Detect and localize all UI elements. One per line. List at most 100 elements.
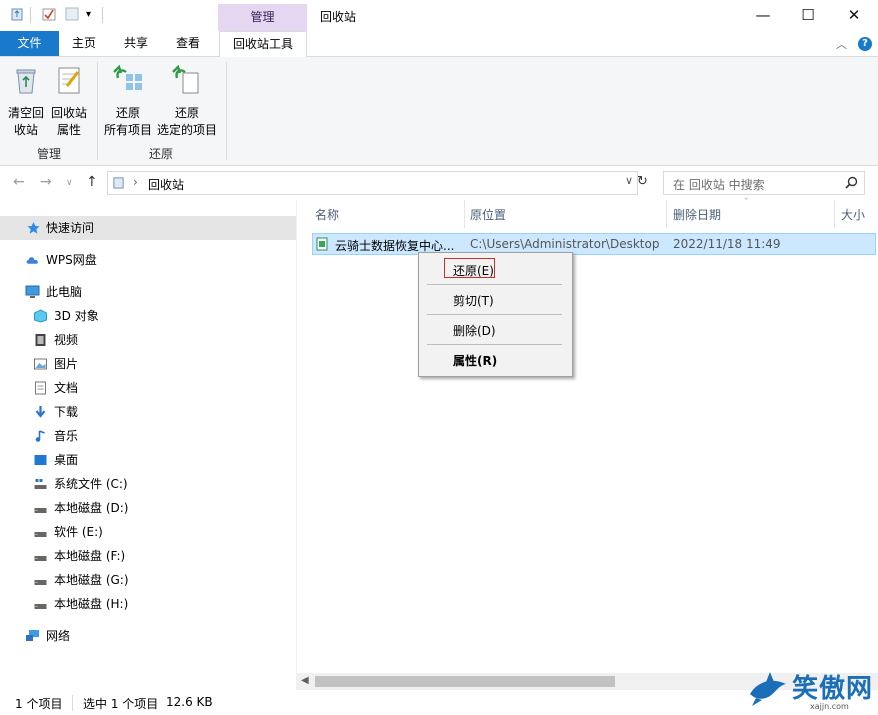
desktop-icon [34,455,47,465]
selected-size: 12.6 KB [166,695,213,709]
maximize-button[interactable]: ☐ [785,0,831,31]
nav-item-desktop[interactable]: 桌面 [0,448,296,472]
nav-item-videos[interactable]: 视频 [0,328,296,352]
forward-arrow-icon[interactable]: → [40,174,52,190]
nav-label: 文档 [54,381,79,395]
nav-label: WPS网盘 [46,253,97,267]
tab-home[interactable]: 主页 [66,31,102,56]
watermark-logo: 笑傲网 xajjn.com [744,664,874,715]
menu-separator [427,314,562,315]
collapse-ribbon-icon[interactable]: ︿ [836,36,847,52]
menu-separator [427,344,562,345]
scrollbar-thumb[interactable] [315,676,615,687]
pane-divider[interactable] [296,200,297,690]
back-arrow-icon[interactable]: ← [13,174,25,190]
restore-all-items-button[interactable]: 还原 所有项目 [102,60,154,139]
nav-item-3d-objects[interactable]: 3D 对象 [0,304,296,328]
nav-item-quick-access[interactable]: 快速访问 [0,216,296,240]
new-folder-icon[interactable] [65,7,79,21]
cube-icon [34,309,47,323]
nav-item-pictures[interactable]: 图片 [0,352,296,376]
restore-all-label-2: 所有项目 [103,123,152,137]
recycle-bin-icon [113,177,124,189]
column-divider[interactable] [666,200,667,228]
column-divider[interactable] [464,200,465,228]
drive-icon [34,532,47,537]
music-icon [35,430,45,442]
nav-item-this-pc[interactable]: 此电脑 [0,280,296,304]
menu-item-delete[interactable]: 删除(D) [453,322,496,339]
nav-item-downloads[interactable]: 下载 [0,400,296,424]
toolbar-divider [30,7,31,23]
nav-item-drive-c[interactable]: 系统文件 (C:) [0,472,296,496]
column-header-original-location[interactable]: 原位置 [470,206,506,223]
minimize-button[interactable]: — [740,0,786,31]
nav-item-drive-d[interactable]: 本地磁盘 (D:) [0,496,296,520]
window-title: 回收站 [320,10,357,24]
toolbar-divider [102,7,103,23]
breadcrumb-chevron-icon[interactable]: › [133,175,138,189]
column-divider[interactable] [834,200,835,228]
tab-file[interactable]: 文件 [0,31,59,56]
document-icon [35,381,46,395]
help-icon[interactable]: ? [858,37,872,51]
search-box[interactable]: 在 回收站 中搜索 [663,171,865,195]
tab-share[interactable]: 共享 [118,31,154,56]
search-input[interactable]: 在 回收站 中搜索 [673,176,765,193]
refresh-icon[interactable]: ↻ [637,174,648,189]
drive-icon [34,556,47,561]
video-icon [35,334,46,346]
nav-label: 快速访问 [46,221,95,235]
nav-label: 3D 对象 [54,309,99,323]
nav-item-drive-e[interactable]: 软件 (E:) [0,520,296,544]
menu-item-cut[interactable]: 剪切(T) [453,292,494,309]
recycle-bin-icon[interactable] [10,7,24,21]
up-arrow-icon[interactable]: ↑ [86,174,98,190]
original-location-cell: C:\Users\Administrator\Desktop [470,237,660,251]
restore-all-icon [113,64,142,90]
empty-recycle-bin-label-1: 清空回 [7,106,44,120]
nav-item-drive-h[interactable]: 本地磁盘 (H:) [0,592,296,616]
download-icon [35,406,46,418]
item-count: 1 个项目 [15,697,63,711]
recycle-bin-properties-button[interactable]: 回收站 属性 [49,60,89,139]
restore-selected-items-button[interactable]: 还原 选定的项目 [155,60,219,139]
nav-label: 桌面 [54,453,79,467]
quick-access-dropdown-icon[interactable]: ▾ [86,9,91,20]
cloud-icon [26,257,38,264]
restore-selected-icon [172,64,199,94]
menu-item-restore[interactable]: 还原(E) [453,262,494,279]
nav-label: 音乐 [54,429,79,443]
nav-item-network[interactable]: 网络 [0,624,296,648]
column-header-name[interactable]: 名称 [315,206,339,223]
close-button[interactable]: ✕ [831,0,877,31]
recent-locations-chevron-icon[interactable]: ∨ [66,178,73,188]
nav-item-documents[interactable]: 文档 [0,376,296,400]
nav-item-music[interactable]: 音乐 [0,424,296,448]
nav-label: 本地磁盘 (H:) [54,597,129,611]
empty-recycle-bin-button[interactable]: 清空回 收站 [6,60,46,139]
properties-icon[interactable] [42,7,56,21]
nav-item-drive-f[interactable]: 本地磁盘 (F:) [0,544,296,568]
tab-view[interactable]: 查看 [170,31,206,56]
picture-icon [34,358,47,370]
search-icon[interactable] [845,176,858,189]
address-bar[interactable]: › 回收站 ∨ [107,171,638,195]
empty-recycle-bin-label-2: 收站 [13,123,38,137]
nav-label: 本地磁盘 (F:) [54,549,126,563]
nav-label: 本地磁盘 (G:) [54,573,129,587]
address-dropdown-icon[interactable]: ∨ [625,174,633,187]
scroll-left-icon[interactable]: ◀ [301,675,309,686]
drive-icon [34,580,47,585]
column-header-date-deleted[interactable]: 删除日期 [673,206,721,223]
nav-item-wps-cloud[interactable]: WPS网盘 [0,248,296,272]
restore-selected-label-2: 选定的项目 [156,123,217,137]
nav-item-drive-g[interactable]: 本地磁盘 (G:) [0,568,296,592]
menu-item-properties[interactable]: 属性(R) [453,352,497,369]
column-header-size[interactable]: 大小 [841,206,865,223]
tab-recycle-bin-tools[interactable]: 回收站工具 [219,31,307,57]
menu-separator [427,284,562,285]
recycle-bin-properties-label-1: 回收站 [50,106,87,120]
breadcrumb-recycle-bin[interactable]: 回收站 [148,176,184,193]
shark-logo-icon [750,672,786,706]
